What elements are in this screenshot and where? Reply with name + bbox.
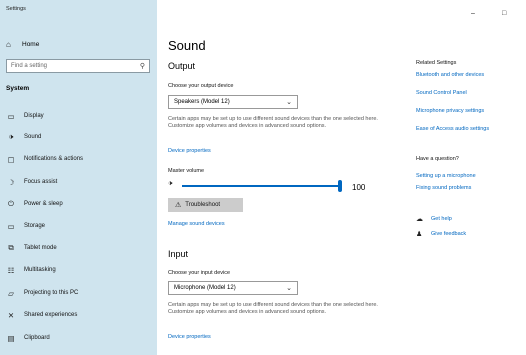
sidebar-home[interactable]: ⌂ Home <box>6 40 39 49</box>
shared-experiences-icon: ✕ <box>7 310 15 320</box>
related-settings-title: Related Settings <box>416 60 457 66</box>
input-device-value: Microphone (Model 12) <box>174 285 236 291</box>
feedback-icon: ♟ <box>416 231 423 238</box>
warning-icon: ⚠ <box>175 202 182 209</box>
input-device-label: Choose your input device <box>168 270 231 276</box>
sidebar-item-label: Notifications & actions <box>24 156 84 162</box>
output-device-label: Choose your output device <box>168 83 234 89</box>
sidebar-item-label: Power & sleep <box>24 201 63 207</box>
sidebar-item-label: Display <box>24 113 44 119</box>
related-link-microphone-privacy[interactable]: Microphone privacy settings <box>416 108 484 114</box>
give-feedback-label: Give feedback <box>431 231 467 237</box>
page-title: Sound <box>168 38 206 53</box>
troubleshoot-label: Troubleshoot <box>185 202 221 208</box>
sidebar-item-power[interactable]: ⏻ Power & sleep <box>6 197 63 211</box>
sidebar-item-notifications[interactable]: ▢ Notifications & actions <box>6 152 83 166</box>
display-icon: ▭ <box>7 111 15 121</box>
volume-icon[interactable]: 🕩 <box>168 180 172 188</box>
focus-assist-icon: ☽ <box>7 177 15 187</box>
storage-icon: ▭ <box>7 221 15 231</box>
sidebar-item-label: Projecting to this PC <box>24 290 79 296</box>
related-link-ease-of-access-audio[interactable]: Ease of Access audio settings <box>416 126 489 132</box>
search-box[interactable]: Find a setting ⚲ <box>6 59 150 73</box>
sidebar-item-display[interactable]: ▭ Display <box>6 109 44 123</box>
troubleshoot-button[interactable]: ⚠ Troubleshoot <box>168 198 243 212</box>
chevron-down-icon: ⌄ <box>286 285 292 292</box>
sidebar-item-clipboard[interactable]: ▤ Clipboard <box>6 331 50 345</box>
window-title: Settings <box>6 6 26 12</box>
input-heading: Input <box>168 249 189 259</box>
output-description: Certain apps may be set up to use differ… <box>168 116 378 129</box>
section-title: System <box>6 85 30 92</box>
question-title: Have a question? <box>416 156 459 162</box>
sound-icon: 🕩 <box>8 132 14 141</box>
search-input[interactable]: Find a setting <box>11 63 47 69</box>
minimize-button[interactable]: – <box>471 10 475 17</box>
maximize-button[interactable]: □ <box>502 10 506 17</box>
help-icon: ☁ <box>416 216 423 223</box>
get-help-label: Get help <box>431 216 452 222</box>
volume-track[interactable] <box>182 185 342 187</box>
sidebar-item-multitasking[interactable]: ☷ Multitasking <box>6 263 56 277</box>
output-device-dropdown[interactable]: Speakers (Model 12) ⌄ <box>168 95 298 109</box>
search-icon[interactable]: ⚲ <box>140 62 145 70</box>
home-label: Home <box>22 41 40 48</box>
sidebar-item-sound[interactable]: 🕩 Sound <box>6 130 42 144</box>
related-link-bluetooth[interactable]: Bluetooth and other devices <box>416 72 484 78</box>
sidebar-item-focus-assist[interactable]: ☽ Focus assist <box>6 175 58 189</box>
master-volume-slider[interactable]: 🕩 100 <box>168 180 378 192</box>
input-device-dropdown[interactable]: Microphone (Model 12) ⌄ <box>168 281 298 295</box>
home-icon: ⌂ <box>6 40 11 49</box>
related-link-sound-control-panel[interactable]: Sound Control Panel <box>416 90 467 96</box>
power-icon: ⏻ <box>8 199 14 208</box>
sidebar-item-label: Clipboard <box>24 335 50 341</box>
sidebar-item-label: Focus assist <box>24 179 58 185</box>
sidebar: Settings ⌂ Home Find a setting ⚲ System … <box>0 0 157 355</box>
tablet-mode-icon: ⧉ <box>8 243 14 252</box>
question-link-sound-problems[interactable]: Fixing sound problems <box>416 185 471 191</box>
sidebar-item-shared-experiences[interactable]: ✕ Shared experiences <box>6 308 78 322</box>
sidebar-item-label: Storage <box>24 223 46 229</box>
output-device-value: Speakers (Model 12) <box>174 99 230 105</box>
input-device-properties-link[interactable]: Device properties <box>168 334 211 340</box>
clipboard-icon: ▤ <box>7 333 15 343</box>
volume-thumb[interactable] <box>338 180 342 192</box>
manage-sound-devices-link[interactable]: Manage sound devices <box>168 221 225 227</box>
chevron-down-icon: ⌄ <box>286 99 292 106</box>
sidebar-item-label: Tablet mode <box>24 245 57 251</box>
input-description: Certain apps may be set up to use differ… <box>168 302 378 315</box>
multitasking-icon: ☷ <box>7 265 15 275</box>
get-help-link[interactable]: ☁ Get help <box>416 215 452 223</box>
give-feedback-link[interactable]: ♟ Give feedback <box>416 230 466 238</box>
sidebar-item-storage[interactable]: ▭ Storage <box>6 219 45 233</box>
question-link-microphone[interactable]: Setting up a microphone <box>416 173 476 179</box>
main-panel: – □ Sound Output Choose your output devi… <box>157 0 526 355</box>
sidebar-item-label: Multitasking <box>24 267 56 273</box>
volume-value: 100 <box>352 183 366 192</box>
sidebar-item-tablet-mode[interactable]: ⧉ Tablet mode <box>6 241 57 255</box>
master-volume-label: Master volume <box>168 168 205 174</box>
sidebar-item-label: Sound <box>24 134 42 140</box>
notifications-icon: ▢ <box>7 154 15 164</box>
projecting-icon: ▱ <box>8 288 14 298</box>
sidebar-item-projecting[interactable]: ▱ Projecting to this PC <box>6 286 78 300</box>
output-heading: Output <box>168 61 196 71</box>
sidebar-item-label: Shared experiences <box>24 312 78 318</box>
output-device-properties-link[interactable]: Device properties <box>168 148 211 154</box>
